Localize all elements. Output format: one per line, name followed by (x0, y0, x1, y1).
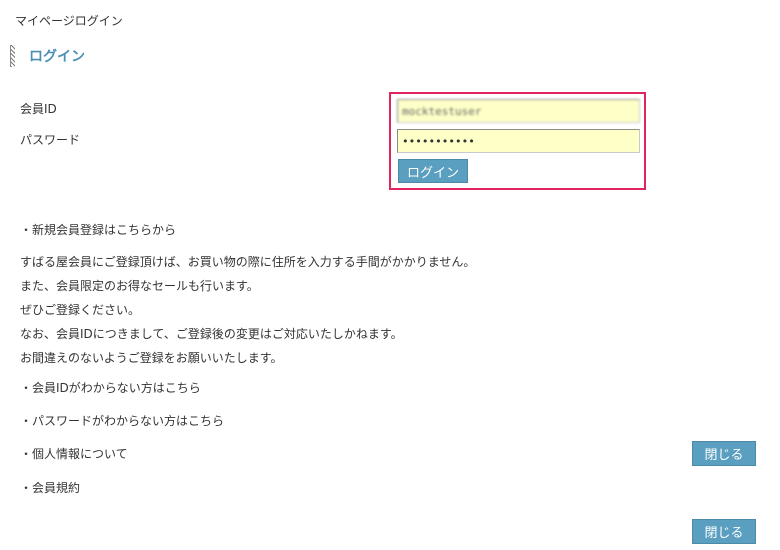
register-link[interactable]: ・新規会員登録はこちらから (20, 221, 176, 238)
member-id-input[interactable] (397, 99, 640, 123)
password-input[interactable] (397, 129, 640, 153)
breadcrumb: マイページログイン (15, 14, 123, 28)
page-title: ログイン (29, 49, 85, 65)
description-line: また、会員限定のお得なセールも行います。 (20, 279, 259, 293)
heading-bar-icon (10, 45, 15, 67)
close-button-bottom[interactable]: 閉じる (692, 519, 756, 544)
description-line: お間違えのないようご登録をお願いいたします。 (20, 351, 283, 365)
member-id-label: 会員ID (20, 102, 57, 116)
login-button[interactable]: ログイン (398, 159, 469, 183)
register-description: すばる屋会員にご登録頂けば、お買い物の際に住所を入力する手間がかかりません。 ま… (20, 250, 475, 370)
password-label: パスワード (20, 133, 81, 147)
description-line: なお、会員IDにつきまして、ご登録後の変更はご対応いたしかねます。 (20, 327, 403, 341)
forgot-password-link[interactable]: ・パスワードがわからない方はこちら (20, 412, 224, 429)
privacy-link[interactable]: ・個人情報について (20, 445, 128, 462)
section-heading: ログイン (10, 44, 85, 68)
close-button[interactable]: 閉じる (692, 441, 756, 466)
forgot-id-link[interactable]: ・会員IDがわからない方はこちら (20, 379, 201, 396)
terms-link[interactable]: ・会員規約 (20, 479, 80, 496)
description-line: ぜひご登録ください。 (20, 303, 141, 317)
login-form-highlight: ログイン (389, 92, 646, 190)
description-line: すばる屋会員にご登録頂けば、お買い物の際に住所を入力する手間がかかりません。 (20, 255, 476, 269)
